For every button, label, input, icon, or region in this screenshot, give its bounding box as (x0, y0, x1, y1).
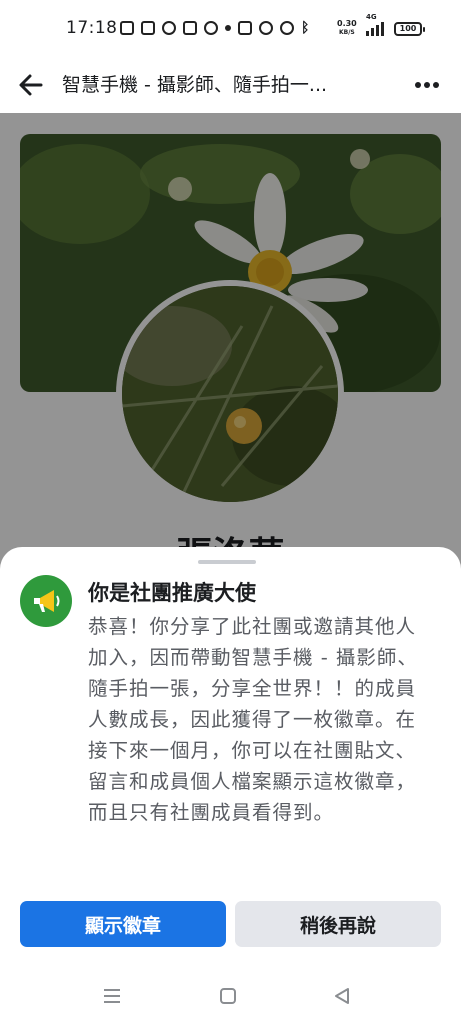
later-button[interactable]: 稍後再說 (235, 901, 441, 947)
triangle-back-icon (335, 988, 349, 1004)
shopping-bag-icon (141, 21, 155, 35)
menu-icon (104, 989, 120, 1003)
arrow-left-icon (19, 74, 43, 96)
bluetooth-icon: ᛒ (301, 20, 310, 36)
mute-icon (280, 21, 294, 35)
app-icon (204, 21, 218, 35)
alarm-icon (259, 21, 273, 35)
more-horizontal-icon (415, 82, 439, 88)
page-title: 智慧手機 - 攝影師、隨手拍一... (62, 74, 328, 96)
app-header: 智慧手機 - 攝影師、隨手拍一... (0, 58, 461, 113)
back-button[interactable] (12, 66, 50, 104)
network-speed-value: 0.30 (337, 19, 357, 28)
network-type: 4G (366, 13, 377, 21)
nfc-icon (238, 21, 252, 35)
battery-icon: 100 (394, 22, 425, 36)
back-nav-button[interactable] (330, 984, 354, 1008)
battery-level: 100 (399, 24, 417, 33)
more-options-button[interactable] (408, 66, 446, 104)
network-speed: 0.30 KB/S (337, 19, 357, 37)
notification-icons: ᛒ (120, 20, 309, 36)
recents-button[interactable] (100, 984, 124, 1008)
sheet-description: 恭喜！你分享了此社團或邀請其他人加入，因而帶動智慧手機 - 攝影師、隨手拍一張，… (88, 615, 418, 824)
badge-bottom-sheet: 你是社團推廣大使 恭喜！你分享了此社團或邀請其他人加入，因而帶動智慧手機 - 攝… (0, 547, 461, 1024)
chat-bubble-icon (162, 21, 176, 35)
system-nav-bar (0, 968, 461, 1024)
sheet-title: 你是社團推廣大使 (88, 581, 256, 605)
square-icon (220, 988, 236, 1004)
message-icon (120, 21, 134, 35)
signal-icon (366, 22, 384, 36)
home-button[interactable] (216, 984, 240, 1008)
status-time: 17:18 (66, 18, 118, 38)
drag-handle[interactable] (198, 560, 256, 564)
status-bar: 17:18 ᛒ 0.30 KB/S 4G 100 (0, 0, 461, 58)
instagram-icon (183, 21, 197, 35)
more-notifications-dot (225, 25, 231, 31)
show-badge-button[interactable]: 顯示徽章 (20, 901, 226, 947)
megaphone-icon (20, 575, 72, 627)
network-speed-unit: KB/S (339, 29, 355, 36)
